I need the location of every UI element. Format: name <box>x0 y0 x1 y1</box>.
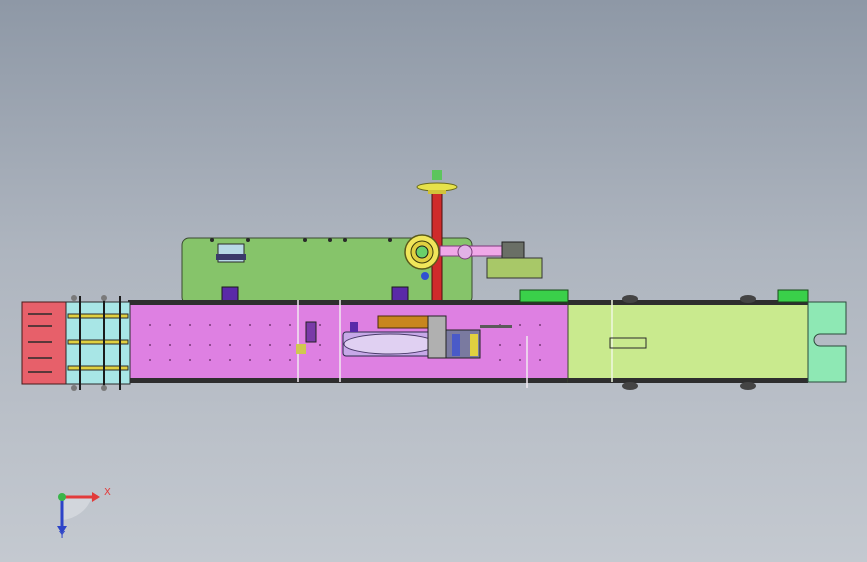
y-axis-label: Y <box>59 530 66 541</box>
cad-viewport[interactable]: X Y <box>0 0 867 562</box>
coordinate-triad <box>57 492 100 534</box>
outfeed-end[interactable] <box>807 301 847 383</box>
x-axis-label: X <box>104 487 111 498</box>
conveyor-assembly-drawing[interactable] <box>0 0 867 562</box>
infeed-end[interactable] <box>21 295 131 391</box>
drive-motor[interactable] <box>404 234 543 280</box>
z-axis-dot <box>58 493 66 501</box>
